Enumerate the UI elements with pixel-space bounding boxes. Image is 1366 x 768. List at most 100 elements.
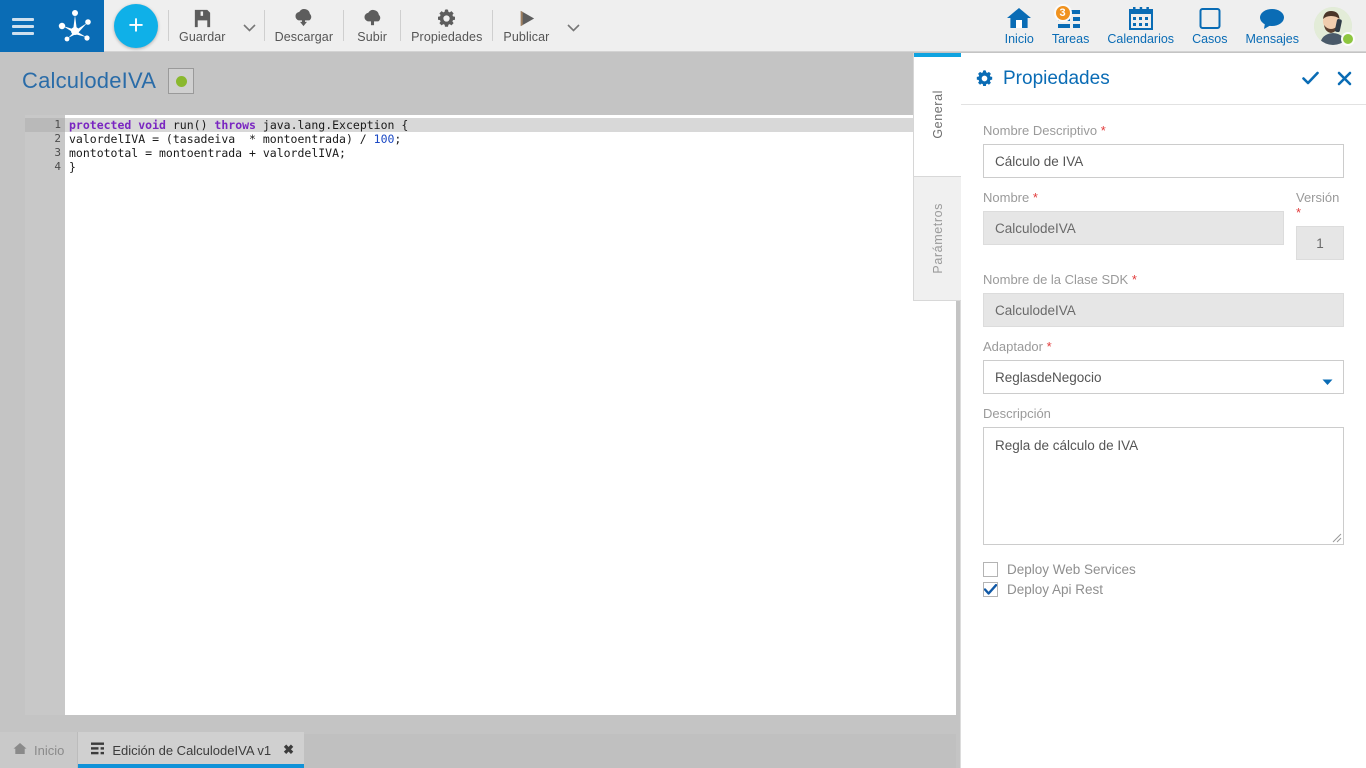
label-text: Adaptador (983, 339, 1043, 354)
document-title-row: CalculodeIVA (22, 68, 195, 94)
field-label: Adaptador * (983, 339, 1344, 354)
checkbox-deploy-api-rest[interactable]: Deploy Api Rest (983, 582, 1344, 597)
nav-item-calendarios[interactable]: Calendarios (1098, 0, 1183, 51)
taskbar-tab-label: Inicio (34, 742, 65, 758)
line-number-gutter: 1▾ 2 3 4 (25, 115, 70, 715)
line-number: 2 (54, 132, 61, 145)
descripcion-textarea[interactable] (983, 427, 1344, 545)
adaptador-select[interactable] (983, 360, 1344, 394)
code-line: valordelIVA = (tasadeiva * montoentrada)… (69, 132, 402, 146)
tareas-badge: 3 (1053, 3, 1072, 22)
status-badge[interactable] (168, 68, 195, 94)
field-label: Nombre de la Clase SDK * (983, 272, 1344, 287)
toolbar-label: Publicar (503, 30, 550, 44)
bottom-taskbar: Inicio Edición de CalculodeIVA v1 ✖ (0, 730, 956, 768)
nombre-descriptivo-input[interactable] (983, 144, 1344, 178)
field-label: Versión * (1296, 190, 1344, 220)
hamburger-menu-icon[interactable] (11, 17, 34, 35)
add-new-button[interactable]: + (114, 3, 158, 48)
line-number: 4 (54, 160, 61, 173)
publicar-dropdown-caret-icon[interactable] (559, 0, 587, 51)
checkbox-deploy-web-services[interactable]: Deploy Web Services (983, 562, 1344, 577)
close-icon[interactable] (1334, 69, 1354, 89)
tab-label: General (930, 90, 945, 139)
brand-block (0, 0, 104, 52)
check-icon (984, 584, 997, 595)
document-lines-icon (91, 742, 105, 758)
checkbox-label: Deploy Api Rest (1007, 582, 1104, 597)
nav-item-inicio[interactable]: Inicio (996, 0, 1043, 51)
field-row-nombre-version: Nombre * Versión * (983, 190, 1344, 260)
toolbar-label: Propiedades (411, 30, 483, 44)
version-input[interactable] (1296, 226, 1344, 260)
checkbox-box (983, 562, 998, 577)
close-icon[interactable]: ✖ (283, 742, 294, 758)
add-button-container: + (104, 0, 168, 51)
taskbar-tab-label: Edición de CalculodeIVA v1 (112, 742, 272, 758)
toolbar-button-propiedades[interactable]: Propiedades (401, 0, 492, 51)
required-asterisk: * (1296, 205, 1302, 220)
label-text: Nombre de la Clase SDK (983, 272, 1129, 287)
tab-label: Parámetros (930, 203, 945, 274)
required-asterisk: * (1100, 123, 1106, 138)
toolbar-button-descargar[interactable]: Descargar (265, 0, 344, 51)
taskbar-filler (304, 734, 956, 768)
code-editor[interactable]: 1▾ 2 3 4 protected void run() throws jav… (25, 115, 956, 715)
home-icon (13, 742, 27, 758)
required-asterisk: * (1131, 272, 1137, 287)
avatar (1314, 6, 1355, 46)
editor-pane: CalculodeIVA 1▾ 2 3 4 protected void run… (0, 53, 956, 730)
nav-item-mensajes[interactable]: Mensajes (1237, 0, 1309, 51)
nav-label: Tareas (1051, 31, 1090, 46)
nav-label: Calendarios (1107, 31, 1175, 46)
field-version: Versión * (1296, 190, 1344, 260)
play-triangle-icon (516, 7, 537, 29)
field-label: Descripción (983, 406, 1344, 421)
home-icon (1006, 6, 1032, 30)
guardar-dropdown-caret-icon[interactable] (236, 0, 264, 51)
label-text: Nombre Descriptivo (983, 123, 1098, 138)
code-line: protected void run() throws java.lang.Ex… (65, 118, 956, 132)
properties-form: Nombre Descriptivo * Nombre * Versión * (961, 105, 1366, 597)
code-text-area[interactable]: protected void run() throws java.lang.Ex… (65, 115, 956, 715)
properties-panel: General Parámetros Propiedades Nombre De… (913, 53, 1366, 768)
tab-general[interactable]: General (913, 53, 961, 176)
nav-label: Casos (1192, 31, 1228, 46)
adaptador-select-wrapper (983, 360, 1344, 394)
top-navigation: Inicio 3 Tareas Calendarios Casos Mensaj… (996, 0, 1366, 51)
nav-item-tareas[interactable]: 3 Tareas (1043, 0, 1099, 51)
taskbar-tab-inicio[interactable]: Inicio (0, 732, 79, 768)
nav-item-casos[interactable]: Casos (1183, 0, 1236, 51)
save-floppy-icon (192, 7, 213, 29)
download-cloud-icon (292, 7, 315, 29)
status-dot-icon (175, 75, 187, 87)
label-text: Versión (1296, 190, 1340, 205)
label-text: Descripción (983, 406, 1051, 421)
clase-sdk-input[interactable] (983, 293, 1344, 327)
code-line: montototal = montoentrada + valordelIVA; (69, 146, 346, 160)
toolbar-button-publicar[interactable]: Publicar (493, 0, 559, 51)
avatar-button[interactable] (1308, 0, 1360, 51)
field-label: Nombre Descriptivo * (983, 123, 1344, 138)
checkbox-label: Deploy Web Services (1007, 562, 1136, 577)
gear-icon (436, 7, 457, 29)
toolbar-label: Subir (357, 30, 387, 44)
tab-parametros[interactable]: Parámetros (913, 176, 961, 301)
avatar-online-status (1341, 31, 1355, 46)
nombre-input[interactable] (983, 211, 1284, 245)
line-number: 1▾ (25, 118, 70, 132)
toolbar-button-guardar[interactable]: Guardar (169, 0, 236, 51)
nav-label: Inicio (1004, 31, 1034, 46)
field-adaptador: Adaptador * (983, 339, 1344, 394)
toolbar-button-subir[interactable]: Subir (344, 0, 400, 51)
label-text: Nombre (983, 190, 1030, 205)
taskbar-tab-edicion[interactable]: Edición de CalculodeIVA v1 ✖ (78, 732, 305, 768)
check-icon[interactable] (1300, 69, 1320, 89)
gear-icon (975, 69, 994, 88)
nav-label: Mensajes (1245, 31, 1300, 46)
properties-title: Propiedades (1003, 67, 1110, 89)
toolbar-label: Descargar (274, 30, 334, 44)
top-toolbar: + Guardar Descargar Subir Propiedades Pu… (0, 0, 1366, 52)
bizagi-paw-logo-icon[interactable] (57, 9, 93, 43)
required-asterisk: * (1046, 339, 1052, 354)
